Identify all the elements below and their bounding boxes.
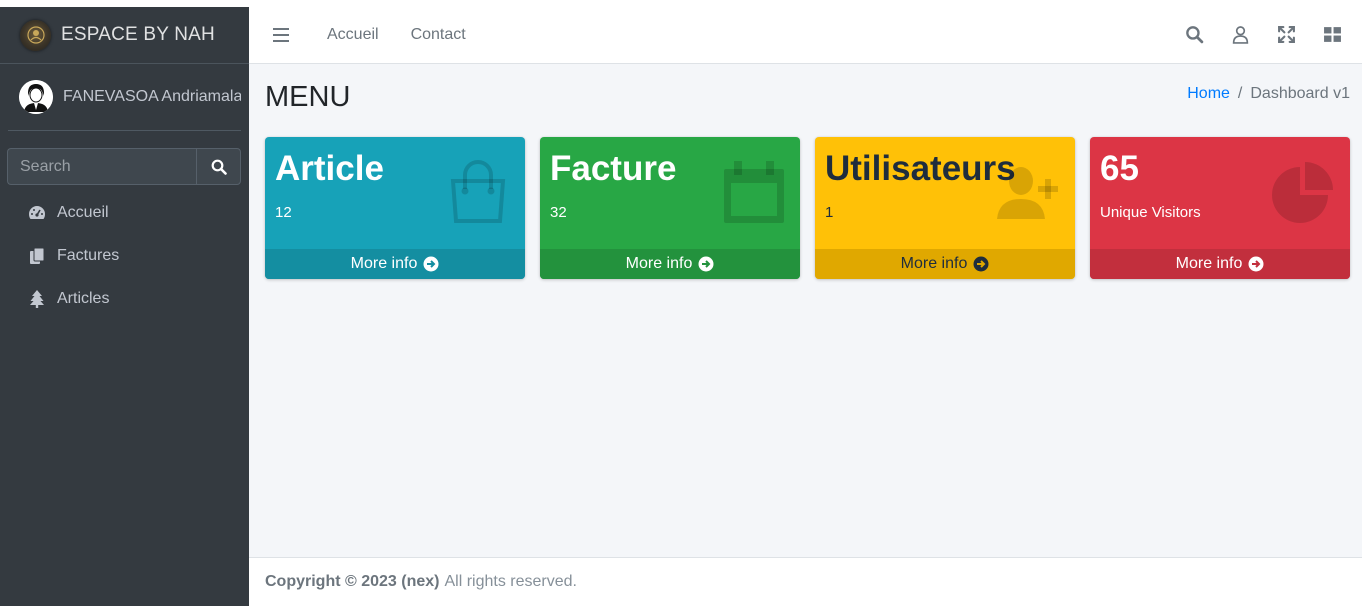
user-icon[interactable] — [1231, 25, 1250, 44]
arrow-circle-right-icon — [1248, 256, 1264, 272]
apps-grid-icon[interactable] — [1323, 25, 1342, 44]
nav-link-contact[interactable]: Contact — [411, 26, 466, 44]
sidebar-item-articles[interactable]: Articles — [0, 277, 249, 320]
copy-files-icon — [30, 247, 45, 264]
breadcrumb: Home / Dashboard v1 — [1187, 85, 1350, 103]
small-box-article: Article 12 More info — [265, 137, 525, 279]
small-box-facture: Facture 32 More info — [540, 137, 800, 279]
more-info-label: More info — [1175, 255, 1243, 272]
content-wrapper: MENU Home / Dashboard v1 Article 12 More i… — [249, 64, 1362, 557]
user-panel[interactable]: FANEVASOA Andriamalala — [8, 64, 241, 131]
pie-chart-icon — [1272, 162, 1333, 223]
arrow-circle-right-icon — [973, 256, 989, 272]
box-footer-more-info[interactable]: More info — [540, 249, 800, 279]
sidebar-item-label: Accueil — [57, 203, 109, 221]
small-box-utilisateurs: Utilisateurs 1 More info — [815, 137, 1075, 279]
breadcrumb-separator: / — [1237, 85, 1243, 102]
nav-link-accueil[interactable]: Accueil — [327, 26, 379, 44]
top-navbar: Accueil Contact — [249, 7, 1362, 64]
box-footer-more-info[interactable]: More info — [1090, 249, 1350, 279]
breadcrumb-home-link[interactable]: Home — [1187, 85, 1230, 102]
main-footer: Copyright © 2023 (nex) All rights reserv… — [249, 557, 1362, 606]
rights-text: All rights reserved. — [444, 573, 578, 590]
sidebar-search — [7, 148, 241, 185]
fullscreen-icon[interactable] — [1277, 25, 1296, 44]
brand-text: ESPACE BY NAH — [61, 24, 215, 45]
user-avatar — [19, 80, 53, 114]
sidebar-item-accueil[interactable]: Accueil — [0, 191, 249, 234]
main-sidebar: ESPACE BY NAH FANEVASOA Andriamalala Acc… — [0, 7, 249, 606]
brand-logo-icon — [20, 19, 51, 51]
tree-icon — [30, 289, 44, 308]
brand-link[interactable]: ESPACE BY NAH — [0, 7, 249, 64]
arrow-circle-right-icon — [698, 256, 714, 272]
more-info-label: More info — [625, 255, 693, 272]
small-box-unique-visitors: 65 Unique Visitors More info — [1090, 137, 1350, 279]
shopping-bag-icon — [450, 160, 506, 223]
box-footer-more-info[interactable]: More info — [265, 249, 525, 279]
sidebar-item-label: Factures — [57, 246, 120, 264]
sidebar-nav: Accueil Factures Articles — [0, 191, 249, 320]
search-icon — [211, 159, 227, 175]
box-footer-more-info[interactable]: More info — [815, 249, 1075, 279]
navbar-icons — [1185, 25, 1342, 44]
sidebar-search-input[interactable] — [7, 148, 196, 185]
sidebar-item-label: Articles — [57, 289, 110, 307]
dashboard-gauge-icon — [29, 205, 45, 219]
more-info-label: More info — [900, 255, 968, 272]
copyright-text: Copyright © 2023 (nex) — [265, 573, 440, 590]
search-icon[interactable] — [1185, 25, 1204, 44]
page-title: MENU — [265, 81, 351, 113]
user-plus-icon — [997, 167, 1058, 219]
arrow-circle-right-icon — [423, 256, 439, 272]
hamburger-menu-icon[interactable] — [273, 28, 289, 42]
sidebar-search-button[interactable] — [196, 148, 241, 185]
breadcrumb-current: Dashboard v1 — [1250, 85, 1350, 102]
user-name: FANEVASOA Andriamalala — [63, 88, 241, 105]
more-info-label: More info — [350, 255, 418, 272]
sidebar-item-factures[interactable]: Factures — [0, 234, 249, 277]
calendar-icon — [724, 161, 784, 223]
